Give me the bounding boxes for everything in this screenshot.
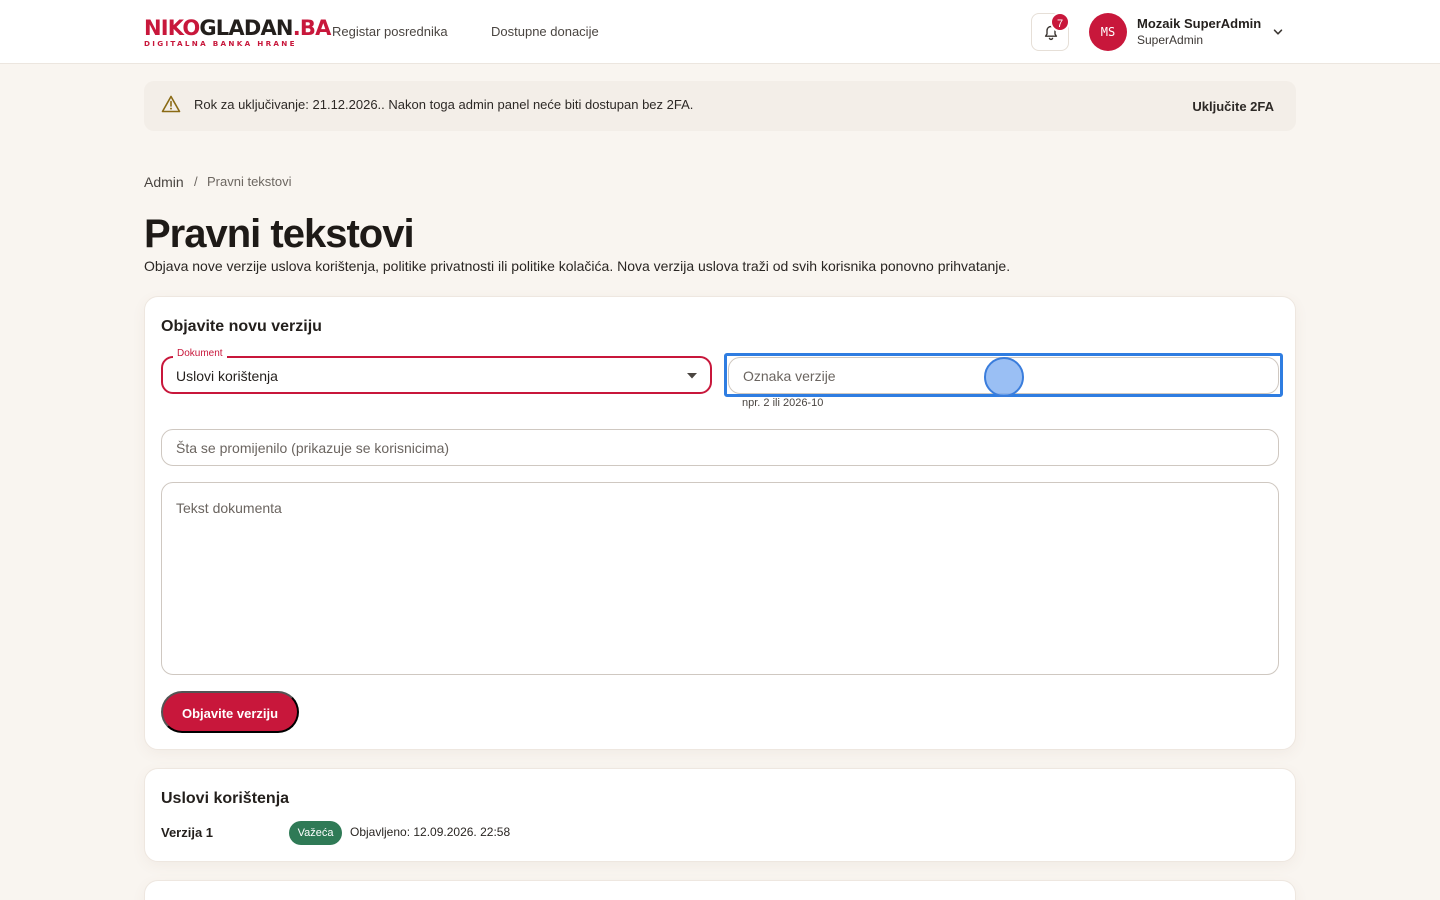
page-description: Objava nove verzije uslova korištenja, p… bbox=[144, 258, 1011, 274]
two-factor-banner: Rok za uključivanje: 21.12.2026.. Nakon … bbox=[144, 81, 1296, 131]
breadcrumb-separator: / bbox=[194, 174, 198, 189]
logo-part-niko: NIKO bbox=[144, 16, 200, 40]
avatar[interactable]: MS bbox=[1089, 13, 1127, 51]
publish-card-title: Objavite novu verziju bbox=[161, 318, 322, 335]
banner-message: Rok za uključivanje: 21.12.2026.. Nakon … bbox=[194, 97, 694, 112]
nav-link-dostupne-donacije[interactable]: Dostupne donacije bbox=[491, 22, 599, 42]
publish-version-button[interactable]: Objavite verziju bbox=[161, 691, 299, 733]
logo[interactable]: NIKOGLADAN.BA DIGITALNA BANKA HRANE bbox=[144, 16, 331, 48]
changes-input-placeholder: Šta se promijenilo (prikazuje se korisni… bbox=[176, 440, 450, 456]
page-title: Pravni tekstovi bbox=[144, 212, 415, 256]
version-published-date: Objavljeno: 12.09.2026. 22:58 bbox=[350, 825, 511, 839]
breadcrumb-current: Pravni tekstovi bbox=[207, 174, 292, 189]
chevron-down-icon[interactable] bbox=[1272, 26, 1284, 38]
changes-input[interactable]: Šta se promijenilo (prikazuje se korisni… bbox=[161, 429, 1279, 466]
version-helper-text: npr. 2 ili 2026-10 bbox=[742, 397, 824, 409]
version-label: Verzija 1 bbox=[161, 825, 214, 840]
logo-part-ba: .BA bbox=[292, 16, 332, 40]
document-text-placeholder: Tekst dokumenta bbox=[176, 500, 282, 516]
warning-icon bbox=[161, 95, 181, 113]
logo-part-gladan: GLADAN bbox=[199, 16, 293, 40]
dropdown-caret-icon bbox=[687, 373, 697, 379]
versions-card-title: Uslovi korištenja bbox=[161, 790, 290, 807]
versions-card: Uslovi korištenja bbox=[144, 768, 1296, 862]
user-role: SuperAdmin bbox=[1137, 33, 1204, 47]
logo-tagline: DIGITALNA BANKA HRANE bbox=[144, 39, 297, 48]
document-text-area[interactable]: Tekst dokumenta bbox=[161, 482, 1279, 675]
nav-link-registar-posrednika[interactable]: Registar posrednika bbox=[332, 22, 448, 42]
notification-count-badge: 7 bbox=[1050, 12, 1070, 32]
enable-2fa-link[interactable]: Uključite 2FA bbox=[1192, 99, 1274, 114]
next-card bbox=[144, 880, 1296, 900]
top-bar: NIKOGLADAN.BA DIGITALNA BANKA HRANE Regi… bbox=[0, 0, 1440, 64]
user-name[interactable]: Mozaik SuperAdmin bbox=[1137, 16, 1261, 31]
pointer-cursor bbox=[984, 357, 1024, 397]
status-badge: Važeća bbox=[289, 821, 342, 845]
document-select-label: Dokument bbox=[173, 348, 227, 359]
breadcrumb-admin[interactable]: Admin bbox=[144, 174, 184, 190]
document-select[interactable]: Dokument Uslovi korištenja bbox=[161, 348, 712, 394]
document-select-value: Uslovi korištenja bbox=[176, 368, 278, 384]
